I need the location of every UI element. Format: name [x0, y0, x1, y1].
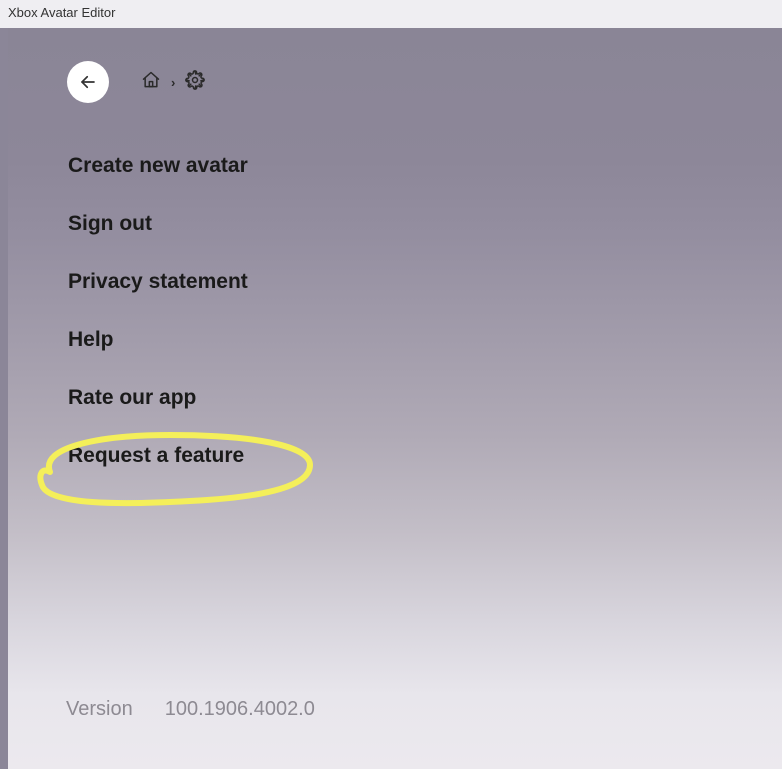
menu-item-rate[interactable]: Rate our app	[68, 386, 248, 410]
menu-item-request-feature[interactable]: Request a feature	[68, 444, 248, 468]
app-content-area: › Create new avatar Sign out Privacy sta…	[8, 28, 782, 769]
version-info: Version 100.1906.4002.0	[66, 698, 315, 721]
chevron-right-icon: ›	[171, 75, 175, 90]
arrow-left-icon	[79, 73, 97, 91]
home-breadcrumb[interactable]	[141, 70, 161, 95]
window-title-bar: Xbox Avatar Editor	[0, 0, 782, 28]
window-title-text: Xbox Avatar Editor	[8, 5, 115, 20]
menu-item-sign-out[interactable]: Sign out	[68, 212, 248, 236]
version-label: Version	[66, 698, 133, 721]
menu-item-help[interactable]: Help	[68, 328, 248, 352]
home-icon	[141, 70, 161, 90]
menu-item-privacy[interactable]: Privacy statement	[68, 270, 248, 294]
version-number: 100.1906.4002.0	[165, 698, 315, 721]
menu-item-create-avatar[interactable]: Create new avatar	[68, 154, 248, 178]
breadcrumb: ›	[141, 70, 205, 95]
settings-menu: Create new avatar Sign out Privacy state…	[68, 154, 248, 468]
settings-breadcrumb[interactable]	[185, 70, 205, 95]
top-navigation: ›	[67, 61, 205, 103]
back-button[interactable]	[67, 61, 109, 103]
gear-icon	[185, 70, 205, 90]
